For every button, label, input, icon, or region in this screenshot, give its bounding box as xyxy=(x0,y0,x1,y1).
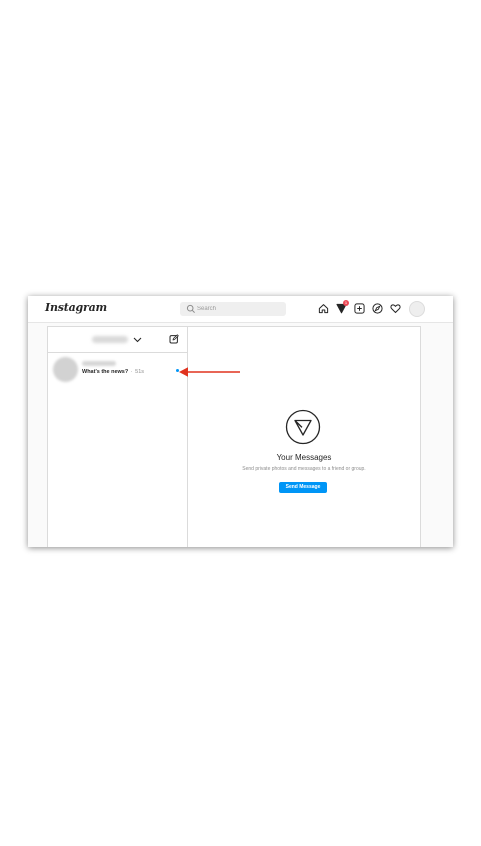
thread-list-pane: What's the news? · 51s xyxy=(48,327,188,547)
conversation-empty-state: Your Messages Send private photos and me… xyxy=(188,327,420,547)
thread-username xyxy=(82,361,116,366)
direct-notification-badge: 1 xyxy=(343,300,349,306)
profile-avatar[interactable] xyxy=(409,301,425,317)
thread-last-message: What's the news? xyxy=(82,369,129,375)
search-icon xyxy=(186,304,195,313)
send-message-button[interactable]: Send Message xyxy=(279,482,327,493)
empty-state-title: Your Messages xyxy=(276,453,332,462)
instagram-screenshot: Instagram 1 xyxy=(28,296,453,547)
thread-list-item[interactable]: What's the news? · 51s xyxy=(48,354,187,386)
top-navigation-bar: Instagram 1 xyxy=(28,296,453,323)
account-switcher-name[interactable] xyxy=(92,336,128,343)
new-post-icon[interactable] xyxy=(354,303,365,314)
search-box[interactable] xyxy=(180,302,286,316)
direct-inbox-panel: What's the news? · 51s Your Messages Sen… xyxy=(47,326,421,547)
thread-timestamp: 51s xyxy=(135,369,145,375)
chevron-down-icon[interactable] xyxy=(133,336,142,344)
direct-message-circle-icon xyxy=(285,409,321,445)
empty-state-subtitle: Send private photos and messages to a fr… xyxy=(242,466,366,472)
thread-separator: · xyxy=(130,369,133,375)
instagram-logo[interactable]: Instagram xyxy=(45,301,107,314)
red-annotation-arrow-icon xyxy=(179,367,240,377)
explore-compass-icon[interactable] xyxy=(372,303,383,314)
home-icon[interactable] xyxy=(318,303,329,314)
new-message-icon[interactable] xyxy=(169,334,179,344)
search-input[interactable] xyxy=(197,302,282,316)
activity-heart-icon[interactable] xyxy=(390,303,401,314)
thread-avatar xyxy=(53,357,78,382)
thread-list-header xyxy=(48,327,187,353)
thread-preview: What's the news? · 51s xyxy=(82,369,144,375)
